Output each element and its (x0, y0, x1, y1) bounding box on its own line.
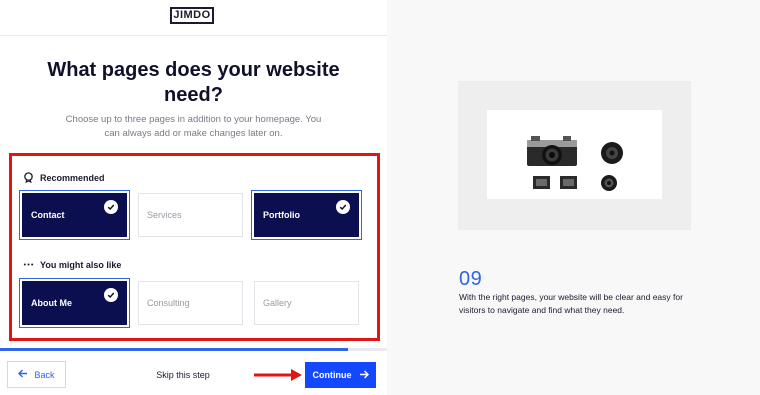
back-button-label: Back (34, 369, 55, 380)
header-bar: JIMDO (0, 0, 387, 36)
page-option-label: Contact (31, 210, 65, 220)
back-button[interactable]: Back (7, 361, 66, 388)
also-like-label: You might also like (40, 259, 122, 270)
page-option-about-me[interactable]: About Me (19, 278, 130, 328)
page-title: What pages does your website need? (47, 59, 340, 106)
page-option-label: Consulting (147, 298, 190, 308)
step-description: With the right pages, your website will … (459, 292, 683, 315)
red-arrow-annotation (254, 369, 302, 381)
badge-icon (23, 172, 34, 183)
recommended-label: Recommended (40, 172, 105, 183)
arrow-right-icon (359, 370, 369, 381)
continue-button-label: Continue (312, 370, 352, 380)
page-option-label: Services (147, 210, 182, 220)
checkmark-icon (336, 200, 350, 214)
skip-step-link[interactable]: Skip this step (140, 370, 226, 380)
page-option-gallery[interactable]: Gallery (254, 281, 359, 325)
continue-button[interactable]: Continue (305, 362, 376, 388)
page-subtitle: Choose up to three pages in addition to … (65, 114, 322, 139)
page-option-consulting[interactable]: Consulting (138, 281, 243, 325)
page-option-contact[interactable]: Contact (19, 190, 130, 240)
checkmark-icon (104, 288, 118, 302)
footer-bar: Back Skip this step Continue (0, 351, 387, 395)
camera-flatlay-image (487, 110, 662, 199)
illustration-frame (459, 82, 690, 229)
jimdo-logo: JIMDO (170, 7, 214, 24)
page-option-services[interactable]: Services (138, 193, 243, 237)
more-dots-icon (23, 259, 34, 270)
step-number: 09 (459, 268, 483, 290)
page-option-label: Portfolio (263, 210, 300, 220)
page-option-label: About Me (31, 298, 72, 308)
page-option-portfolio[interactable]: Portfolio (251, 190, 362, 240)
onboarding-panel: JIMDO What pages does your website need?… (0, 0, 387, 395)
also-like-heading: You might also like (23, 259, 121, 270)
page-option-label: Gallery (263, 298, 292, 308)
checkmark-icon (104, 200, 118, 214)
recommended-heading: Recommended (23, 172, 105, 183)
arrow-left-icon (18, 369, 28, 380)
